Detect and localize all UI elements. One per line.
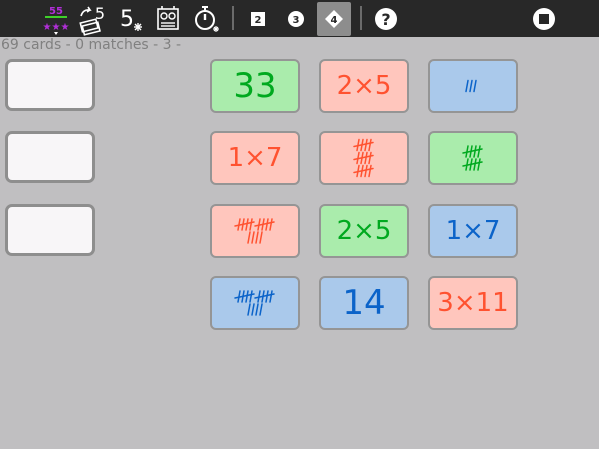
robot-button[interactable] (151, 2, 185, 36)
game-card[interactable]: 3×11 (428, 276, 518, 330)
card-product: 3×11 (437, 288, 509, 318)
game-card[interactable] (319, 131, 409, 185)
help-icon: ? (375, 8, 397, 30)
selected-card-slot (5, 131, 95, 183)
card-number: 33 (233, 66, 277, 106)
stop-button[interactable] (527, 2, 561, 36)
game-card[interactable]: 2×5 (319, 204, 409, 258)
sparkle-icon: 5 (120, 7, 142, 32)
stars-icon: 55 ★★★ (43, 6, 70, 35)
tally-marks-icon (465, 79, 477, 93)
level-2-icon: 2 (251, 12, 265, 26)
level-3-icon: 3 (288, 11, 304, 27)
tally-marks-icon (353, 138, 374, 178)
card-number: 14 (342, 283, 386, 323)
score-stars-button[interactable]: 55 ★★★ (39, 2, 73, 36)
card-product: 1×7 (227, 143, 283, 173)
score-label: 55 (49, 6, 63, 17)
sparkle-label: 5 (120, 7, 134, 32)
card-product: 2×5 (336, 216, 392, 246)
stopwatch-icon (195, 6, 219, 32)
selected-card-slot (5, 204, 95, 256)
svg-text:★★★: ★★★ (43, 22, 70, 33)
game-card[interactable] (210, 276, 300, 330)
tally-marks-icon (462, 145, 483, 171)
game-card[interactable]: 2×5 (319, 59, 409, 113)
toolbar-separator (232, 6, 234, 30)
level-4-button[interactable]: 4 (317, 2, 351, 36)
deal-label: 5 (95, 4, 105, 23)
tally-marks-icon (234, 218, 275, 244)
level-4-icon: 4 (325, 10, 343, 28)
game-card[interactable]: 33 (210, 59, 300, 113)
deal-cards-icon: 5 (79, 4, 105, 36)
status-text: 69 cards - 0 matches - 3 - (1, 37, 182, 53)
robot-icon (157, 6, 179, 30)
stop-icon (533, 8, 555, 30)
level-3-button[interactable]: 3 (279, 2, 313, 36)
game-card[interactable]: 1×7 (428, 204, 518, 258)
level-3-label: 3 (293, 15, 300, 26)
timer-button[interactable] (189, 2, 223, 36)
level-4-label: 4 (331, 15, 338, 26)
game-card[interactable] (210, 204, 300, 258)
deal-button[interactable]: 5 (76, 2, 110, 36)
toolbar-separator (360, 6, 362, 30)
selected-card-slot (5, 59, 95, 111)
level-2-button[interactable]: 2 (241, 2, 275, 36)
tally-marks-icon (234, 290, 275, 316)
sparkle-button[interactable]: 5 (113, 2, 147, 36)
help-label: ? (381, 10, 390, 29)
game-card[interactable]: 14 (319, 276, 409, 330)
toolbar: 55 ★★★ 5 5 2 3 4 ? (0, 0, 599, 37)
level-2-label: 2 (255, 15, 262, 26)
game-card[interactable] (428, 131, 518, 185)
game-card[interactable] (428, 59, 518, 113)
game-card[interactable]: 1×7 (210, 131, 300, 185)
card-product: 2×5 (336, 71, 392, 101)
card-product: 1×7 (445, 216, 501, 246)
help-button[interactable]: ? (369, 2, 403, 36)
